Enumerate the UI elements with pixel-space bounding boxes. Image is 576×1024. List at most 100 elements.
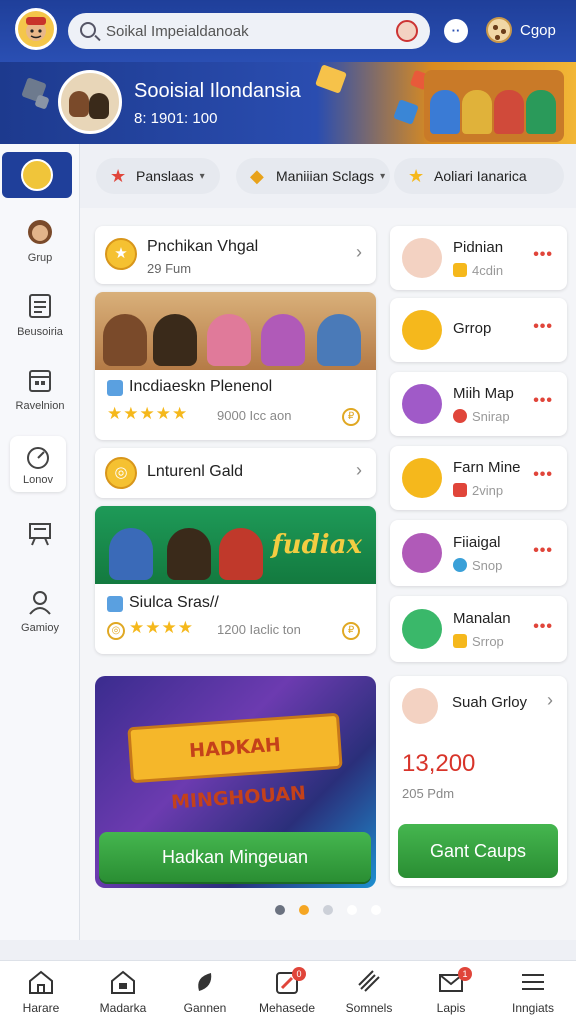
sidebar-item-label: Gamioy xyxy=(21,622,59,634)
pager-dots xyxy=(80,902,576,920)
team-illustration: fudiax xyxy=(95,506,376,584)
card-manalan[interactable]: Manalan Srrop ••• xyxy=(390,596,567,662)
rating-stars: ★★★★ xyxy=(129,618,194,637)
card-incdiaeskn-plenenol[interactable]: Incdiaeskn Plenenol ★★★★★ 9000 Icc aon ₽ xyxy=(95,292,376,440)
chevron-down-icon: ▾ xyxy=(380,170,386,182)
card-title: Lnturenl Gald xyxy=(147,463,244,480)
rocket-icon xyxy=(358,970,380,992)
rating-stars: ★★★★★ xyxy=(107,404,189,423)
promo-banner: HADKAH MINGHOUAN xyxy=(127,712,343,814)
star-icon xyxy=(453,634,467,648)
nav-gannen[interactable]: Gannen xyxy=(164,969,246,1015)
more-icon[interactable]: ••• xyxy=(533,618,553,636)
main-content: ★ Pnchikan Vhgal 29 Fum › Incdiaeskn Ple… xyxy=(80,208,576,940)
nav-mehasede[interactable]: 0 Mehasede xyxy=(246,967,328,1015)
illustration-script: fudiax xyxy=(271,530,363,560)
card-siulca-sras[interactable]: fudiax Siulca Sras// ◎ ★★★★ 1200 Iaclic … xyxy=(95,506,376,654)
card-title: Siulca Sras// xyxy=(129,594,219,611)
card-title: Pidnian xyxy=(453,239,504,256)
search-input[interactable]: Soikal Impeialdanoak xyxy=(106,23,249,40)
card-title: Farn Mine xyxy=(453,459,521,476)
chip-maniiian-sclags[interactable]: ◆ Maniiian Sclags ▾ xyxy=(236,158,390,194)
circle-icon xyxy=(453,558,467,572)
gauge-icon xyxy=(27,447,49,469)
card-subtitle: Srrop xyxy=(472,634,504,649)
hero-title: Sooisial Ilondansia xyxy=(134,80,301,102)
character-icon xyxy=(402,238,442,278)
sidebar-item-gamioy[interactable]: Gamioy xyxy=(0,588,80,634)
lion-badge-icon xyxy=(402,458,442,498)
pager-dot[interactable] xyxy=(275,905,285,915)
card-subtitle: 29 Fum xyxy=(147,261,192,276)
star-coin-icon: ★ xyxy=(105,238,137,270)
sidebar-item-label: Lonov xyxy=(23,474,53,486)
sidebar-item-label: Ravelnion xyxy=(15,400,65,412)
card-miih-map[interactable]: Miih Map Snirap ••• xyxy=(390,372,567,436)
nav-inngiats[interactable]: Inngiats xyxy=(492,969,574,1015)
avatar-icon xyxy=(28,220,52,244)
filter-chips: ★ Panslaas ▾ ◆ Maniiian Sclags ▾ ★ Aolia… xyxy=(80,144,576,208)
card-title: Fiiaigal xyxy=(453,534,501,551)
more-icon[interactable]: ••• xyxy=(533,392,553,410)
more-icon[interactable]: ••• xyxy=(533,246,553,264)
pager-dot-active[interactable] xyxy=(299,905,309,915)
heart-icon xyxy=(453,409,467,423)
hero-avatar xyxy=(58,70,122,134)
pager-dot[interactable] xyxy=(323,905,333,915)
card-title: Manalan xyxy=(453,610,511,627)
star-badge-icon xyxy=(402,533,442,573)
chevron-right-icon: › xyxy=(356,242,362,262)
nav-somnels[interactable]: Somnels xyxy=(328,969,410,1015)
top-bar: Soikal Impeialdanoak ·· Cgop xyxy=(0,0,576,62)
star-badge-icon xyxy=(402,384,442,424)
chip-panslaas[interactable]: ★ Panslaas ▾ xyxy=(96,158,220,194)
sidebar-item-lonov[interactable]: Lonov xyxy=(10,436,66,492)
card-farn-mine[interactable]: Farn Mine 2vinp ••• xyxy=(390,446,567,510)
card-subtitle: 4cdin xyxy=(472,263,504,278)
card-lnturenl-gald[interactable]: ◎ Lnturenl Gald › xyxy=(95,448,376,498)
coin-icon: ◎ xyxy=(105,457,137,489)
pager-dot[interactable] xyxy=(347,905,357,915)
gift-icon xyxy=(107,380,123,396)
chip-label: Aoliari Ianarica xyxy=(434,168,527,184)
calendar-icon xyxy=(29,370,51,392)
card-pnchikan-vhgal[interactable]: ★ Pnchikan Vhgal 29 Fum › xyxy=(95,226,376,284)
message-bubble-icon[interactable]: ·· xyxy=(444,19,468,43)
search-bar[interactable]: Soikal Impeialdanoak xyxy=(68,13,430,49)
more-icon[interactable]: ••• xyxy=(533,466,553,484)
decor-block xyxy=(393,99,419,125)
promo-cta-button[interactable]: Hadkan Mingeuan xyxy=(99,832,371,882)
card-suah-grloy[interactable]: Suah Grloy › 13,200 205 Pdm Gant Caups xyxy=(390,676,567,886)
coin-icon: ₽ xyxy=(342,408,360,426)
card-pidnian[interactable]: Pidnian 4cdin ••• xyxy=(390,226,567,290)
chip-aoliari-ianarica[interactable]: ★ Aoliari Ianarica xyxy=(394,158,564,194)
decor-block xyxy=(34,94,50,110)
nav-lapis[interactable]: 1 Lapis xyxy=(410,967,492,1015)
profile-mini-icon[interactable] xyxy=(396,20,418,42)
card-subtitle: 2vinp xyxy=(472,483,504,498)
card-fiiaigal[interactable]: Fiiaigal Snop ••• xyxy=(390,520,567,586)
card-title: Pnchikan Vhgal xyxy=(147,238,259,255)
sidebar-item-grup[interactable]: Grup xyxy=(0,218,80,264)
sidebar-item-label: Beusoiria xyxy=(17,326,63,338)
suah-cta-button[interactable]: Gant Caups xyxy=(398,824,558,878)
chevron-right-icon: › xyxy=(356,460,362,480)
sidebar-item-board[interactable] xyxy=(0,520,80,554)
sidebar-item-home[interactable] xyxy=(2,152,72,198)
gem-icon: ◆ xyxy=(250,166,264,186)
nav-harare[interactable]: Harare xyxy=(0,969,82,1015)
nav-madarka[interactable]: Madarka xyxy=(82,969,164,1015)
card-grrop[interactable]: Grrop ••• xyxy=(390,298,567,362)
user-avatar[interactable] xyxy=(15,8,57,50)
calendar-mini-icon xyxy=(453,483,467,497)
pager-dot[interactable] xyxy=(371,905,381,915)
coin-icon: ◎ xyxy=(107,622,125,640)
sidebar-item-beusoiria[interactable]: Beusoiria xyxy=(0,292,80,338)
cookie-icon[interactable] xyxy=(486,17,512,43)
more-icon[interactable]: ••• xyxy=(533,318,553,336)
sidebar-item-ravelnion[interactable]: Ravelnion xyxy=(0,366,80,412)
more-icon[interactable]: ••• xyxy=(533,542,553,560)
star-icon: ★ xyxy=(110,166,127,186)
top-label[interactable]: Cgop xyxy=(520,22,556,39)
card-value: 13,200 xyxy=(402,750,476,777)
